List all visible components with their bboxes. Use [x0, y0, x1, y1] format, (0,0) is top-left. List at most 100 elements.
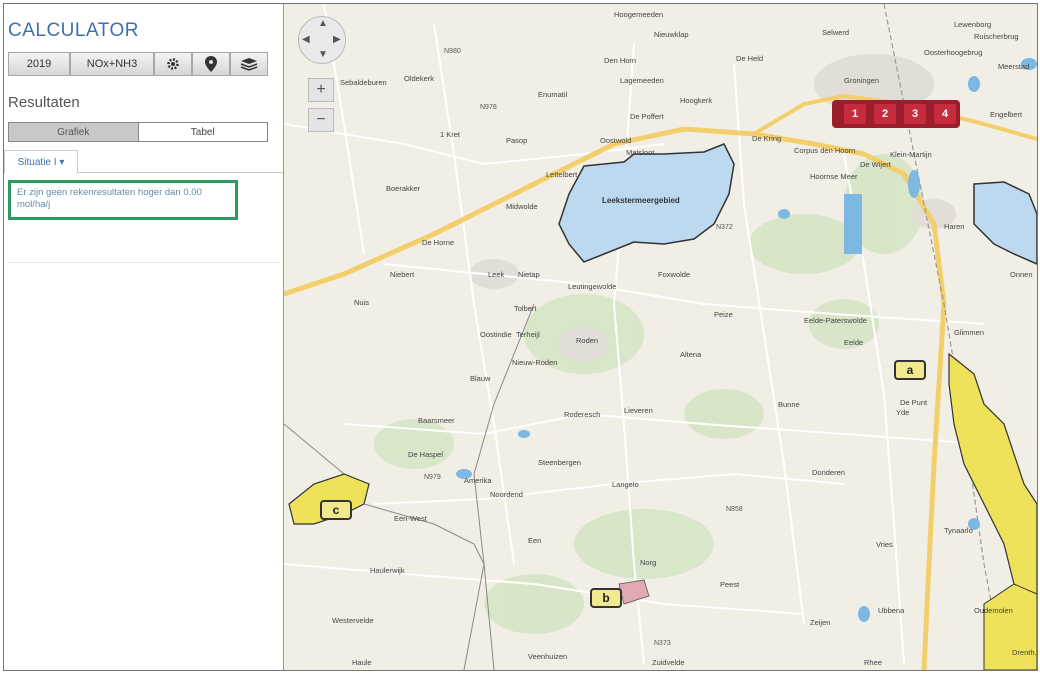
tab-chart[interactable]: Grafiek [9, 123, 138, 141]
marker-3[interactable]: 3 [904, 104, 926, 124]
place-label: Foxwolde [658, 270, 691, 279]
callout-b[interactable]: b [590, 588, 622, 608]
place-label: Klein-Martijn [890, 150, 932, 159]
place-label: Nietap [518, 270, 540, 279]
place-label: Een [528, 536, 542, 545]
zoom-in-button[interactable]: + [308, 78, 334, 102]
zoom-out-button[interactable]: − [308, 108, 334, 132]
place-label: Nuis [354, 298, 370, 307]
place-label: Pasop [506, 136, 528, 145]
year-button[interactable]: 2019 [8, 52, 70, 76]
layers-icon [240, 58, 258, 71]
pan-up-icon[interactable]: ▲ [318, 18, 328, 29]
road-label: N372 [716, 224, 733, 231]
place-label: Midwolde [506, 202, 538, 211]
layers-button[interactable] [230, 52, 268, 76]
place-label: De Haspel [408, 450, 444, 459]
toolbar: 2019 NOx+NH3 [8, 52, 268, 78]
place-label: Glimmen [954, 328, 985, 337]
place-label: Niebert [390, 270, 415, 279]
place-label: Noordend [490, 490, 523, 499]
place-label: Westervelde [332, 616, 374, 625]
place-label: Zuidvelde [652, 658, 685, 667]
place-label: Ubbena [878, 606, 905, 615]
place-label: Haulerwijk [370, 566, 405, 575]
place-label: De Kring [752, 134, 782, 143]
place-label: Boerakker [386, 184, 421, 193]
substance-button[interactable]: NOx+NH3 [70, 52, 154, 76]
place-label: Eelde [844, 338, 864, 347]
place-label: De Horne [422, 238, 455, 247]
view-toggle: Grafiek Tabel [8, 122, 268, 142]
place-label: Rhee [864, 658, 882, 667]
place-label: Oosterhoogebrug [924, 48, 983, 57]
pan-left-icon[interactable]: ◀ [302, 34, 310, 45]
marker-1[interactable]: 1 [844, 104, 866, 124]
place-label: Oostwold [600, 136, 632, 145]
place-label: 1 Kret [440, 130, 461, 139]
place-label: Enumatil [538, 90, 568, 99]
place-label: Steenbergen [538, 458, 581, 467]
place-label: Baarsmeer [418, 416, 455, 425]
place-label: Tolbert [514, 304, 537, 313]
place-label: Matsloot [626, 148, 655, 157]
place-label: Nieuw-Roden [512, 358, 558, 367]
place-label: Blauw [470, 374, 491, 383]
place-label: Hoogemeeden [614, 10, 664, 19]
place-label: Een-West [394, 514, 427, 523]
place-label: Onnen [1010, 270, 1033, 279]
pan-control[interactable]: ▲ ▼ ◀ ▶ [298, 16, 346, 64]
place-label: Vries [876, 540, 893, 549]
tab-table[interactable]: Tabel [137, 123, 267, 141]
divider [8, 262, 280, 263]
place-label: Peize [714, 310, 733, 319]
place-label: Oudemolen [974, 606, 1013, 615]
map-pin-icon [205, 56, 217, 72]
place-label: Lettelbert [546, 170, 578, 179]
road-label: N980 [444, 48, 461, 55]
place-label: Engelbert [990, 110, 1023, 119]
place-label: Peest [720, 580, 740, 589]
location-button[interactable] [192, 52, 230, 76]
place-label: Oldekerk [404, 74, 435, 83]
results-heading: Resultaten [8, 94, 80, 111]
place-label: Norg [640, 558, 657, 567]
results-message: Er zijn geen rekenresultaten hoger dan 0… [8, 180, 238, 220]
place-label: Haule [352, 658, 372, 667]
place-label: De Held [736, 54, 764, 63]
place-label: Eelde-Paterswolde [804, 316, 867, 325]
callout-c[interactable]: c [320, 500, 352, 520]
tab-divider [76, 172, 283, 173]
place-label: Oostindie [480, 330, 512, 339]
gear-icon [167, 58, 179, 70]
place-label: Den Horn [604, 56, 637, 65]
place-label: Donderen [812, 468, 845, 477]
place-label: Veenhuizen [528, 652, 568, 661]
marker-2[interactable]: 2 [874, 104, 896, 124]
place-label: Lieveren [624, 406, 653, 415]
pan-right-icon[interactable]: ▶ [333, 34, 341, 45]
place-label: Corpus den Hoorn [794, 146, 856, 155]
road-label: N979 [424, 474, 441, 481]
place-label: Roderesch [564, 410, 601, 419]
place-label: Amerika [464, 476, 492, 485]
marker-4[interactable]: 4 [934, 104, 956, 124]
place-label: De Wijert [860, 160, 891, 169]
place-label: Leutingewolde [568, 282, 617, 291]
situation-tab[interactable]: Situatie I ▾ [4, 150, 78, 173]
callout-a[interactable]: a [894, 360, 926, 380]
place-label: Haren [944, 222, 965, 231]
place-label: De Poffert [630, 112, 664, 121]
map-view[interactable]: ▲ ▼ ◀ ▶ + − Leekstermeergebied 1 2 3 4 a… [284, 4, 1037, 670]
place-label: Hoogkerk [680, 96, 713, 105]
app-window: CALCULATOR 2019 NOx+NH3 Resultaten Grafi… [3, 3, 1038, 671]
place-label: Altena [680, 350, 702, 359]
pan-down-icon[interactable]: ▼ [318, 49, 328, 60]
settings-button[interactable] [154, 52, 192, 76]
place-label: Sebaldeburen [340, 78, 387, 87]
place-label: Nieuwklap [654, 30, 689, 39]
area-label: Leekstermeergebied [602, 196, 680, 205]
place-label: Bunne [778, 400, 800, 409]
place-label: Leek [488, 270, 505, 279]
place-label: Roden [576, 336, 599, 345]
